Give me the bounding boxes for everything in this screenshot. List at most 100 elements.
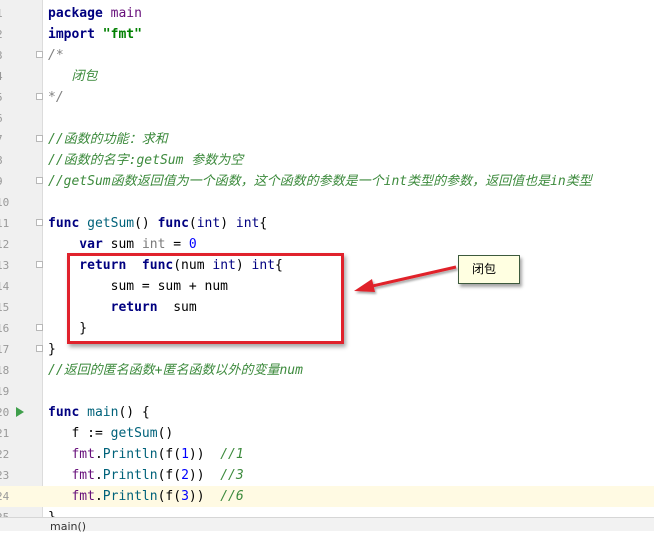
code-token: sum — [110, 237, 142, 252]
line-number: 22 — [0, 448, 10, 461]
code-token: Println — [102, 447, 158, 462]
code-token: } — [48, 510, 56, 517]
code-line[interactable]: 9 //getSum函数返回值为一个函数，这个函数的参数是一个int类型的参数，返… — [0, 171, 654, 192]
code-token: getSum — [110, 426, 158, 441]
code-line[interactable]: 2 import "fmt" — [0, 24, 654, 45]
closure-callout: 闭包 — [458, 255, 520, 284]
fold-marker-icon[interactable] — [36, 219, 43, 226]
line-number: 1 — [0, 3, 12, 24]
line-number: 6 — [0, 108, 12, 129]
code-line[interactable]: 4 闭包 — [0, 66, 654, 87]
fold-marker-icon[interactable] — [36, 324, 43, 331]
code-token: 3 — [181, 489, 189, 504]
line-number: 21 — [0, 427, 10, 440]
code-line[interactable]: 8 //函数的名字:getSum 参数为空 — [0, 150, 654, 171]
code-token: 2 — [181, 468, 189, 483]
code-token: )) — [188, 468, 221, 483]
fold-marker-icon[interactable] — [36, 135, 43, 142]
code-line[interactable]: 7 //函数的功能：求和 — [0, 129, 654, 150]
code-token: () — [134, 216, 158, 231]
code-token: main — [110, 6, 142, 21]
line-number: 8 — [0, 150, 12, 171]
code-line[interactable]: 24 fmt.Println(f(3)) //6 — [0, 486, 654, 507]
code-text: } — [48, 507, 56, 517]
code-token: func — [48, 216, 88, 231]
code-token: Println — [102, 468, 158, 483]
code-line[interactable]: 3 /* — [0, 45, 654, 66]
code-text: func main() { — [48, 402, 150, 423]
code-token: int — [235, 216, 260, 231]
callout-arrow-icon — [354, 265, 457, 292]
line-number: 10 — [0, 196, 10, 209]
code-token: package — [48, 6, 111, 21]
code-token: (f( — [157, 447, 182, 462]
code-line[interactable]: 6 — [0, 108, 654, 129]
code-text: //getSum函数返回值为一个函数，这个函数的参数是一个int类型的参数，返回… — [48, 171, 592, 192]
code-line[interactable]: 21 f := getSum() — [0, 423, 654, 444]
line-number: 14 — [0, 280, 10, 293]
code-token: . — [94, 489, 103, 504]
code-token: (f( — [157, 489, 182, 504]
code-line[interactable]: 25} — [0, 507, 654, 517]
line-number: 4 — [0, 66, 12, 87]
fold-marker-icon[interactable] — [36, 177, 43, 184]
code-line[interactable]: 20 func main() { — [0, 402, 654, 423]
code-token: //3 — [220, 468, 244, 483]
line-number: 18 — [0, 364, 10, 377]
code-token: fmt — [48, 447, 95, 462]
code-line[interactable]: 22 fmt.Println(f(1)) //1 — [0, 444, 654, 465]
code-token: . — [94, 468, 103, 483]
line-number: 25 — [0, 507, 12, 517]
code-line[interactable]: 23 fmt.Println(f(2)) //3 — [0, 465, 654, 486]
fold-marker-icon[interactable] — [36, 345, 43, 352]
fold-marker-icon[interactable] — [36, 51, 43, 58]
code-token: { — [259, 216, 268, 231]
code-line[interactable]: 11func getSum() func(int) int{ — [0, 213, 654, 234]
line-number: 9 — [0, 171, 12, 192]
code-token: 闭包 — [48, 69, 98, 84]
code-token: "fmt" — [102, 27, 142, 42]
code-text: fmt.Println(f(2)) //3 — [48, 465, 244, 486]
code-token: //函数的功能：求和 — [48, 132, 168, 147]
line-number: 24 — [0, 490, 10, 503]
run-gutter-icon[interactable] — [16, 407, 24, 417]
code-token: = — [165, 237, 189, 252]
line-number: 3 — [0, 45, 12, 66]
code-token: main — [87, 405, 119, 420]
line-number: 2 — [0, 24, 12, 45]
code-token: //函数的名字:getSum 参数为空 — [48, 153, 244, 168]
code-text: */ — [48, 87, 64, 108]
code-token: (f( — [157, 468, 182, 483]
code-token: getSum — [87, 216, 135, 231]
code-line[interactable]: 10 — [0, 192, 654, 213]
code-token: var — [48, 237, 111, 252]
code-line[interactable]: 5 */ — [0, 87, 654, 108]
code-text: var sum int = 0 — [48, 234, 197, 255]
code-line[interactable]: 19 — [0, 381, 654, 402]
line-number: 5 — [0, 87, 12, 108]
code-token: )) — [188, 489, 221, 504]
line-number: 23 — [0, 469, 10, 482]
code-line[interactable]: 1 package main — [0, 3, 654, 24]
fold-marker-icon[interactable] — [36, 93, 43, 100]
line-number: 13 — [0, 259, 10, 272]
code-token: func — [48, 405, 88, 420]
line-number: 19 — [0, 385, 10, 398]
code-token: )) — [188, 447, 221, 462]
code-token: 0 — [188, 237, 197, 252]
line-number: 17 — [0, 343, 10, 356]
code-line[interactable]: 12 var sum int = 0 — [0, 234, 654, 255]
line-number: 12 — [0, 238, 10, 251]
code-text: package main — [48, 3, 142, 24]
code-text: 闭包 — [48, 66, 97, 87]
code-line[interactable]: 18 //返回的匿名函数+匿名函数以外的变量num — [0, 360, 654, 381]
code-token: Println — [102, 489, 158, 504]
code-text: f := getSum() — [48, 423, 173, 444]
code-token: func — [157, 216, 189, 231]
code-text: import "fmt" — [48, 24, 142, 45]
code-token: fmt — [48, 489, 95, 504]
fold-marker-icon[interactable] — [36, 261, 43, 268]
breadcrumb[interactable]: main() — [50, 520, 86, 533]
code-text: func getSum() func(int) int{ — [48, 213, 267, 234]
closure-highlight-box — [67, 253, 344, 344]
